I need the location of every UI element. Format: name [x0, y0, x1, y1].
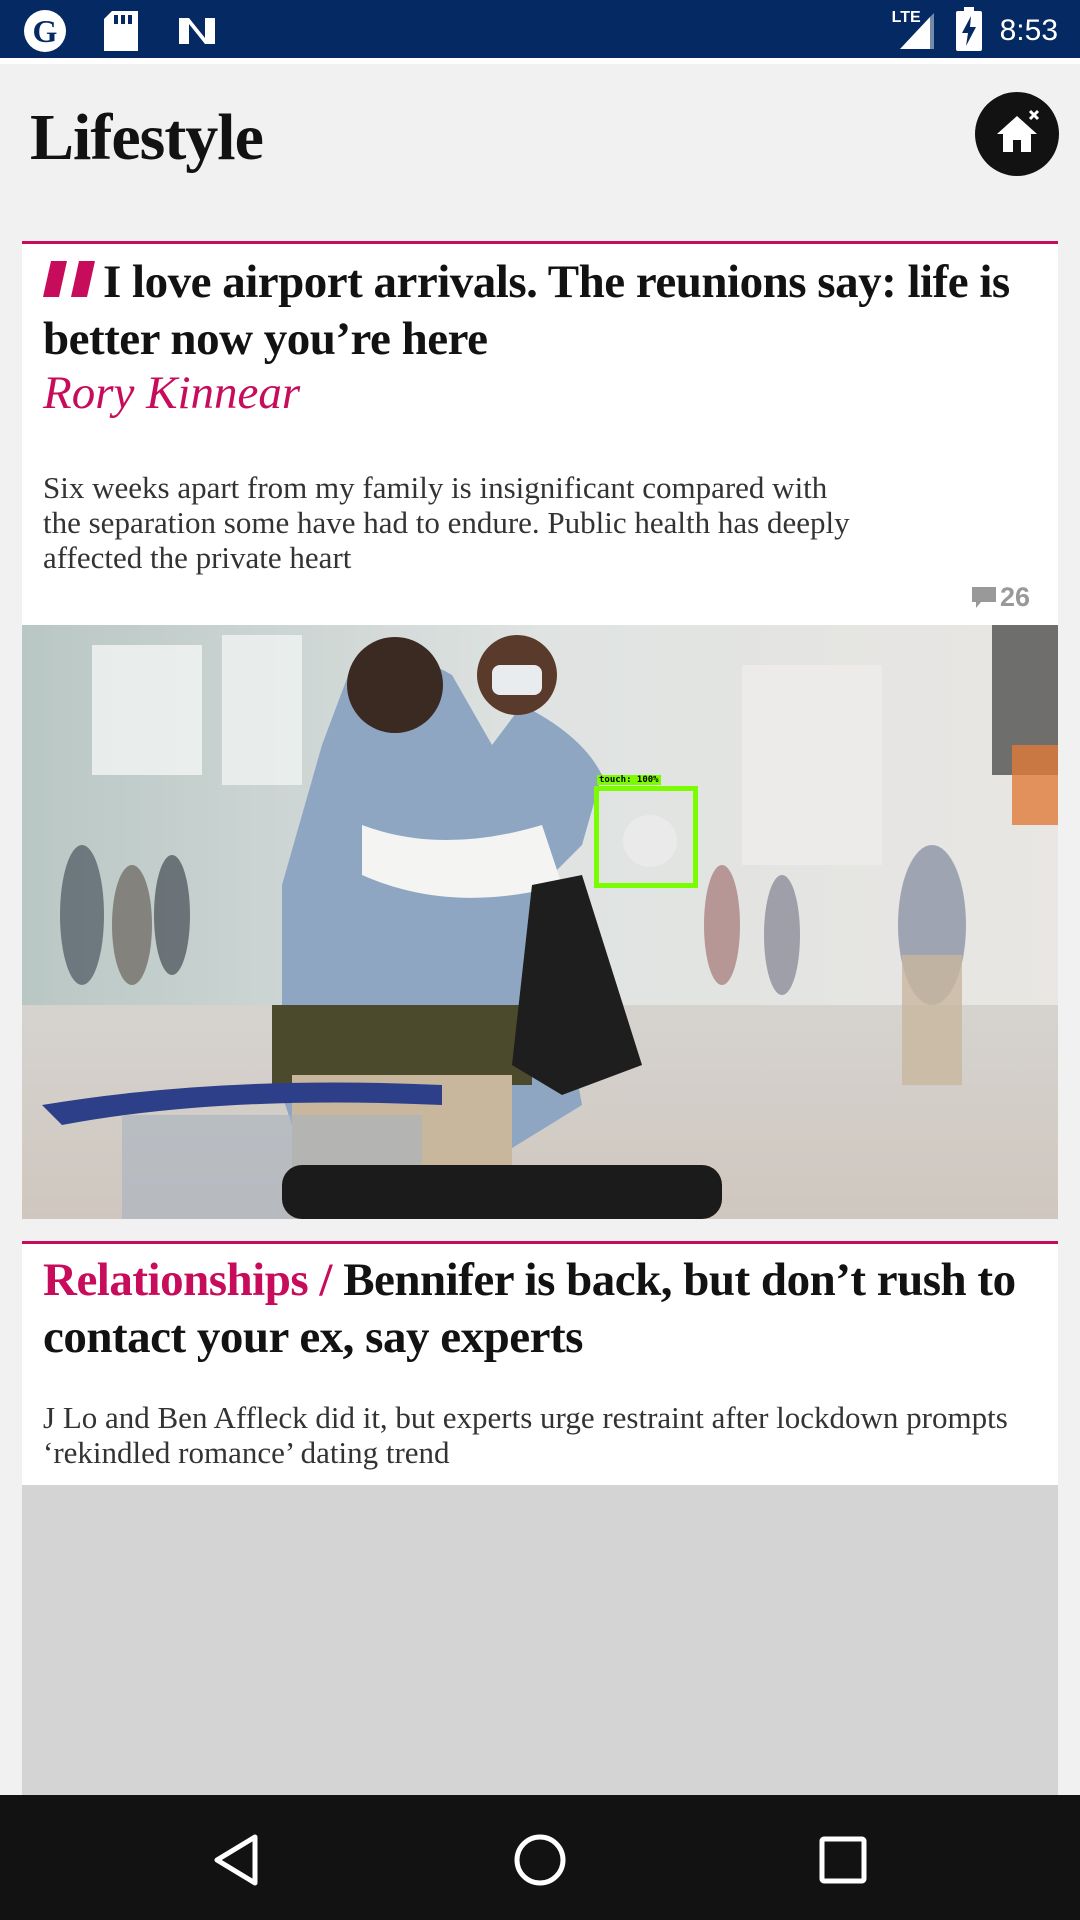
page-title: Lifestyle	[30, 101, 264, 174]
guardian-app-icon: G	[22, 8, 68, 54]
article-image[interactable]	[22, 625, 1058, 1219]
back-icon	[214, 1834, 258, 1886]
touch-indicator-label: touch: 100%	[597, 775, 661, 785]
comment-count: 26	[999, 582, 1030, 612]
comment-icon	[971, 586, 996, 608]
article-headline[interactable]: Relationships / Bennifer is back, but do…	[43, 1252, 1034, 1366]
article-headline[interactable]: I love airport arrivals. The reunions sa…	[43, 254, 1034, 368]
article-byline[interactable]: Rory Kinnear	[43, 366, 300, 420]
section-kicker: Relationships /	[43, 1254, 344, 1306]
headline-text: I love airport arrivals. The reunions sa…	[43, 256, 1010, 365]
comment-count-button[interactable]: 26	[971, 582, 1030, 613]
n-app-icon	[174, 8, 220, 54]
article-standfirst: Six weeks apart from my family is insign…	[43, 470, 850, 575]
touch-point	[623, 815, 677, 867]
article-image-placeholder[interactable]	[22, 1485, 1058, 1795]
quote-icon	[43, 261, 95, 297]
system-nav-bar	[0, 1795, 1080, 1920]
status-bar-notifications: G	[22, 8, 220, 54]
sd-card-icon	[98, 8, 144, 54]
battery-charging-icon	[955, 6, 982, 56]
back-button[interactable]	[201, 1825, 271, 1895]
home-icon	[997, 109, 1040, 152]
recents-button[interactable]	[808, 1825, 878, 1895]
home-circle-icon	[514, 1834, 566, 1886]
home-button[interactable]	[975, 92, 1059, 176]
clock: 8:53	[999, 14, 1058, 47]
status-bar: G LTE 8:53	[0, 0, 1080, 64]
touch-indicator	[594, 786, 698, 888]
article-card[interactable]: Relationships / Bennifer is back, but do…	[22, 1241, 1058, 1485]
article-card[interactable]: I love airport arrivals. The reunions sa…	[22, 241, 1058, 625]
status-bar-system: LTE 8:53	[890, 6, 1058, 56]
airport-reunion-photo	[22, 625, 1058, 1219]
signal-icon: LTE	[890, 9, 938, 53]
recents-icon	[819, 1836, 867, 1884]
article-standfirst: J Lo and Ben Affleck did it, but experts…	[43, 1400, 1008, 1470]
svg-text:G: G	[33, 13, 58, 49]
home-nav-button[interactable]	[505, 1825, 575, 1895]
